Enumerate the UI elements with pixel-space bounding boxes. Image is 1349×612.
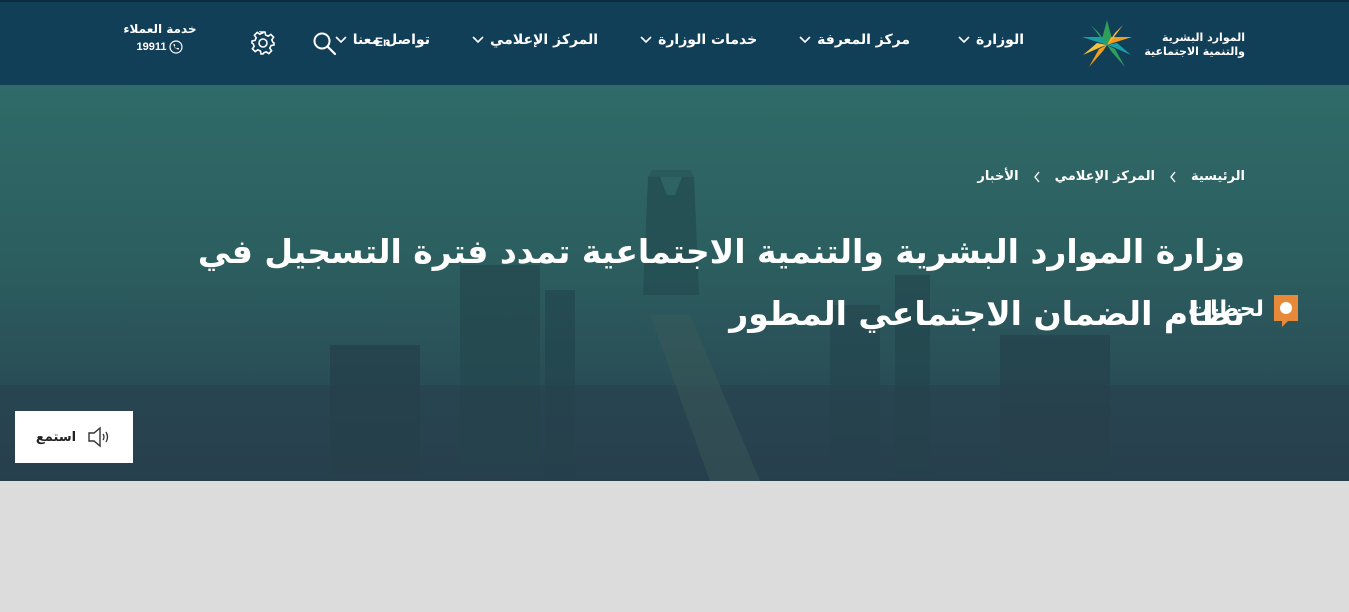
nav-label: خدمات الوزارة [658, 32, 758, 48]
watermark-text: لحظات [1188, 296, 1264, 322]
top-header: الموارد البشرية والتنمية الاجتماعية الوز… [0, 0, 1349, 85]
main-nav: الوزارة مركز المعرفة خدمات الوزارة المرك… [335, 32, 1024, 48]
nav-label: مركز المعرفة [817, 32, 910, 48]
chevron-left-icon [1033, 171, 1040, 182]
logo-text: الموارد البشرية والتنمية الاجتماعية [1144, 31, 1245, 59]
chevron-left-icon [1170, 171, 1176, 182]
nav-label: الوزارة [975, 32, 1024, 48]
listen-button[interactable]: استمع [15, 411, 133, 463]
customer-service-label: خدمة العملاء [123, 22, 197, 36]
speaker-icon [88, 426, 109, 448]
nav-label: المركز الإعلامي [489, 32, 599, 48]
watermark-logo: لحظات [1188, 291, 1304, 327]
logo-star-icon [1082, 20, 1133, 67]
chevron-down-icon [958, 36, 970, 44]
customer-service-phone: 19911 [137, 40, 184, 54]
customer-service-number: 19911 [136, 41, 167, 53]
listen-label: استمع [35, 429, 77, 445]
hero-banner: الرئيسية المركز الإعلامي الأخبار وزارة ا… [0, 85, 1349, 481]
gear-icon[interactable] [250, 30, 276, 56]
breadcrumb-media-center[interactable]: المركز الإعلامي [1055, 169, 1155, 184]
nav-item-ministry-services[interactable]: خدمات الوزارة [640, 32, 757, 48]
breadcrumb-home[interactable]: الرئيسية [1191, 169, 1245, 184]
customer-service[interactable]: خدمة العملاء 19911 [120, 22, 200, 58]
nav-item-knowledge-center[interactable]: مركز المعرفة [799, 32, 910, 48]
search-icon[interactable] [312, 31, 338, 57]
logo-line2: والتنمية الاجتماعية [1144, 45, 1245, 58]
watermark-icon [1273, 295, 1298, 327]
nav-item-media-center[interactable]: المركز الإعلامي [472, 32, 598, 48]
breadcrumb: الرئيسية المركز الإعلامي الأخبار [977, 169, 1245, 184]
phone-icon [169, 40, 184, 54]
chevron-down-icon [799, 36, 811, 44]
logo-line1: الموارد البشرية [1162, 31, 1245, 44]
article-title: وزارة الموارد البشرية والتنمية الاجتماعي… [197, 232, 1245, 333]
nav-item-ministry[interactable]: الوزارة [958, 32, 1024, 48]
language-switch[interactable]: En [375, 35, 390, 49]
ministry-logo[interactable]: الموارد البشرية والتنمية الاجتماعية [1076, 18, 1245, 72]
chevron-down-icon [472, 36, 484, 44]
breadcrumb-news: الأخبار [977, 169, 1019, 184]
nav-label: تواصل معنا [352, 32, 430, 48]
chevron-down-icon [640, 36, 652, 44]
